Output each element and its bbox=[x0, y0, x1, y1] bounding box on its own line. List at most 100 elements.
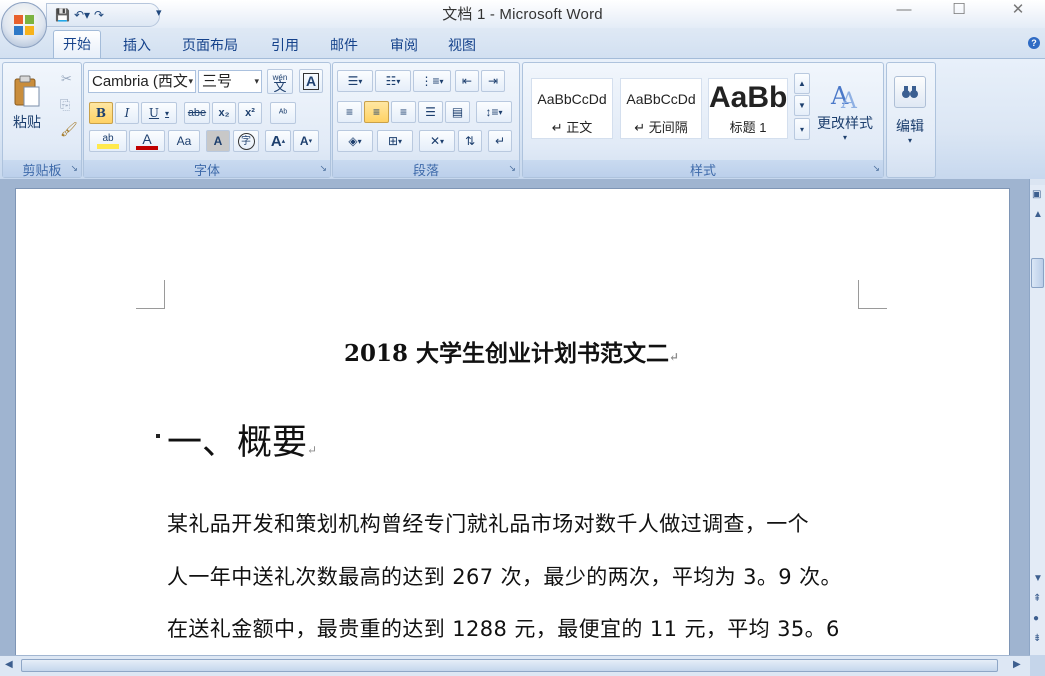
change-styles-icon: A A bbox=[830, 82, 858, 113]
align-center-button[interactable]: ≡ bbox=[364, 101, 389, 123]
style-heading-1-sample: AaBb bbox=[709, 81, 788, 114]
clear-formatting-button[interactable]: ᴬᵇ bbox=[270, 102, 296, 124]
document-title[interactable]: 2018 大学生创业计划书范文二↵ bbox=[0, 334, 1023, 368]
shrink-font-button[interactable]: A ▾ bbox=[293, 130, 319, 152]
style-normal[interactable]: AaBbCcDd ↵ 正文 bbox=[531, 78, 613, 139]
chevron-down-icon[interactable]: ▾ bbox=[254, 71, 259, 92]
font-launcher-icon[interactable]: ↘ bbox=[319, 163, 327, 174]
align-right-button[interactable]: ≡ bbox=[391, 101, 416, 123]
strikethrough-button[interactable]: abe bbox=[184, 102, 210, 124]
line-spacing-button[interactable]: ↕≡ ▾ bbox=[476, 101, 512, 123]
styles-scroll-down-button[interactable]: ▼ bbox=[794, 95, 810, 116]
cut-icon[interactable]: ✂ bbox=[61, 71, 72, 87]
paragraph-mark: ↵ bbox=[307, 443, 318, 457]
document-heading[interactable]: 一、概要↵ bbox=[167, 414, 317, 465]
borders-button[interactable]: ⊞ ▾ bbox=[377, 130, 413, 152]
ribbon: 粘贴 ✂ ⎘ 🖌 剪贴板 ↘ Cambria (西文 ▾ 三号 ▾ wén 文 … bbox=[0, 58, 1045, 180]
phonetic-guide-char: 文 bbox=[273, 78, 287, 94]
phonetic-guide-button[interactable]: wén 文 bbox=[267, 69, 293, 94]
bullets-icon: ☰ bbox=[347, 74, 359, 88]
numbering-icon: ☷ bbox=[385, 74, 397, 88]
bold-button[interactable]: B bbox=[89, 102, 113, 124]
shading-button[interactable]: ◈ ▾ bbox=[337, 130, 373, 152]
minimize-button[interactable]: — bbox=[884, 0, 924, 22]
copy-icon[interactable]: ⎘ bbox=[60, 97, 70, 113]
vertical-scrollbar[interactable]: ▣ ▲ ▼ ⇞ ● ⇟ bbox=[1030, 185, 1045, 655]
bullets-button[interactable]: ☰ ▾ bbox=[337, 70, 373, 92]
body-line-3[interactable]: 在送礼金额中，最贵重的达到 1288 元，最便宜的 11 元，平均 35。6 bbox=[167, 613, 840, 643]
horizontal-scroll-thumb[interactable] bbox=[21, 659, 998, 672]
next-page-icon[interactable]: ⇟ bbox=[1033, 633, 1041, 644]
character-shading-button[interactable]: A bbox=[206, 130, 230, 152]
style-heading-1-name: 标题 1 bbox=[729, 120, 767, 135]
underline-button[interactable]: U ▾ bbox=[141, 102, 177, 124]
clipboard-launcher-icon[interactable]: ↘ bbox=[70, 163, 78, 174]
browse-object-icon[interactable]: ● bbox=[1033, 613, 1039, 624]
tab-view[interactable]: 视图 bbox=[448, 35, 476, 55]
list-bullet-marker bbox=[156, 434, 160, 438]
multilevel-list-button[interactable]: ⋮≡ ▾ bbox=[413, 70, 451, 92]
scroll-down-icon[interactable]: ▼ bbox=[1033, 573, 1043, 584]
previous-page-icon[interactable]: ⇞ bbox=[1033, 593, 1041, 604]
tab-insert[interactable]: 插入 bbox=[123, 35, 151, 55]
format-painter-icon[interactable]: 🖌 bbox=[60, 121, 78, 138]
style-heading-1[interactable]: AaBb 标题 1 bbox=[708, 78, 788, 139]
increase-indent-button[interactable]: ⇥ bbox=[481, 70, 505, 92]
show-marks-button[interactable]: ↵ bbox=[488, 130, 512, 152]
chevron-down-icon[interactable]: ▾ bbox=[188, 71, 193, 92]
change-styles-button[interactable]: A A 更改样式 ▾ bbox=[814, 67, 876, 153]
styles-more-button[interactable]: ▾ bbox=[794, 118, 810, 140]
align-left-button[interactable]: ≡ bbox=[337, 101, 362, 123]
grow-font-button[interactable]: A ▴ bbox=[265, 130, 291, 152]
styles-launcher-icon[interactable]: ↘ bbox=[872, 163, 880, 174]
font-name-input[interactable]: Cambria (西文 ▾ bbox=[88, 70, 196, 93]
justify-button[interactable]: ☰ bbox=[418, 101, 443, 123]
maximize-button[interactable]: ☐ bbox=[939, 0, 979, 22]
chevron-down-icon[interactable]: ▾ bbox=[843, 133, 847, 142]
font-size-input[interactable]: 三号 ▾ bbox=[198, 70, 262, 93]
body-line-1[interactable]: 某礼品开发和策划机构曾经专门就礼品市场对数千人做过调查，一个 bbox=[167, 508, 809, 538]
style-no-spacing-sample: AaBbCcDd bbox=[626, 91, 696, 107]
tab-home[interactable]: 开始 bbox=[53, 30, 101, 59]
tab-review[interactable]: 审阅 bbox=[390, 35, 418, 55]
font-color-button[interactable]: A bbox=[129, 130, 165, 152]
scroll-right-icon[interactable]: ▶ bbox=[1013, 659, 1021, 670]
sort-icon: ⇅ bbox=[464, 134, 476, 148]
superscript-button[interactable]: x² bbox=[238, 102, 262, 124]
paragraph-mark: ↵ bbox=[668, 350, 680, 364]
paragraph-launcher-icon[interactable]: ↘ bbox=[508, 163, 516, 174]
editing-button[interactable]: 编辑 ▾ bbox=[891, 67, 929, 153]
styles-scroll-up-button[interactable]: ▲ bbox=[794, 73, 810, 94]
decrease-indent-button[interactable]: ⇤ bbox=[455, 70, 479, 92]
vertical-scroll-thumb[interactable] bbox=[1031, 258, 1044, 288]
office-button[interactable] bbox=[1, 2, 47, 48]
tab-references[interactable]: 引用 bbox=[271, 35, 299, 55]
tab-mailings[interactable]: 邮件 bbox=[330, 35, 358, 55]
chinese-layout-button[interactable]: ✕ ▾ bbox=[419, 130, 455, 152]
character-border-button[interactable]: A bbox=[299, 69, 323, 93]
scroll-up-icon[interactable]: ▲ bbox=[1033, 209, 1043, 220]
italic-button[interactable]: I bbox=[115, 102, 139, 124]
ruler-toggle-icon[interactable]: ▣ bbox=[1032, 189, 1041, 200]
distributed-button[interactable]: ▤ bbox=[445, 101, 470, 123]
enclose-characters-button[interactable]: 字 bbox=[233, 130, 259, 152]
horizontal-scrollbar[interactable]: ◀ ▶ bbox=[0, 655, 1030, 676]
chevron-down-icon[interactable]: ▾ bbox=[908, 136, 912, 145]
paste-button[interactable]: 粘贴 bbox=[7, 67, 47, 139]
underline-icon: U bbox=[148, 106, 160, 120]
tab-page-layout[interactable]: 页面布局 bbox=[182, 35, 238, 55]
sort-button[interactable]: ⇅ bbox=[458, 130, 482, 152]
crop-mark-top-left bbox=[136, 280, 165, 309]
text-highlight-button[interactable]: ab bbox=[89, 130, 127, 152]
close-button[interactable]: ✕ bbox=[998, 0, 1038, 22]
subscript-button[interactable]: x₂ bbox=[212, 102, 236, 124]
chevron-down-icon[interactable]: ▾ bbox=[165, 109, 169, 118]
help-icon[interactable]: ? bbox=[1028, 37, 1040, 49]
scroll-left-icon[interactable]: ◀ bbox=[5, 659, 13, 670]
distributed-icon: ▤ bbox=[451, 105, 464, 119]
style-no-spacing[interactable]: AaBbCcDd ↵ 无间隔 bbox=[620, 78, 702, 139]
change-case-button[interactable]: Aa bbox=[168, 130, 200, 152]
numbering-button[interactable]: ☷ ▾ bbox=[375, 70, 411, 92]
body-line-2[interactable]: 人一年中送礼次数最高的达到 267 次，最少的两次，平均为 3。9 次。 bbox=[167, 561, 842, 591]
font-color-swatch bbox=[136, 146, 158, 150]
